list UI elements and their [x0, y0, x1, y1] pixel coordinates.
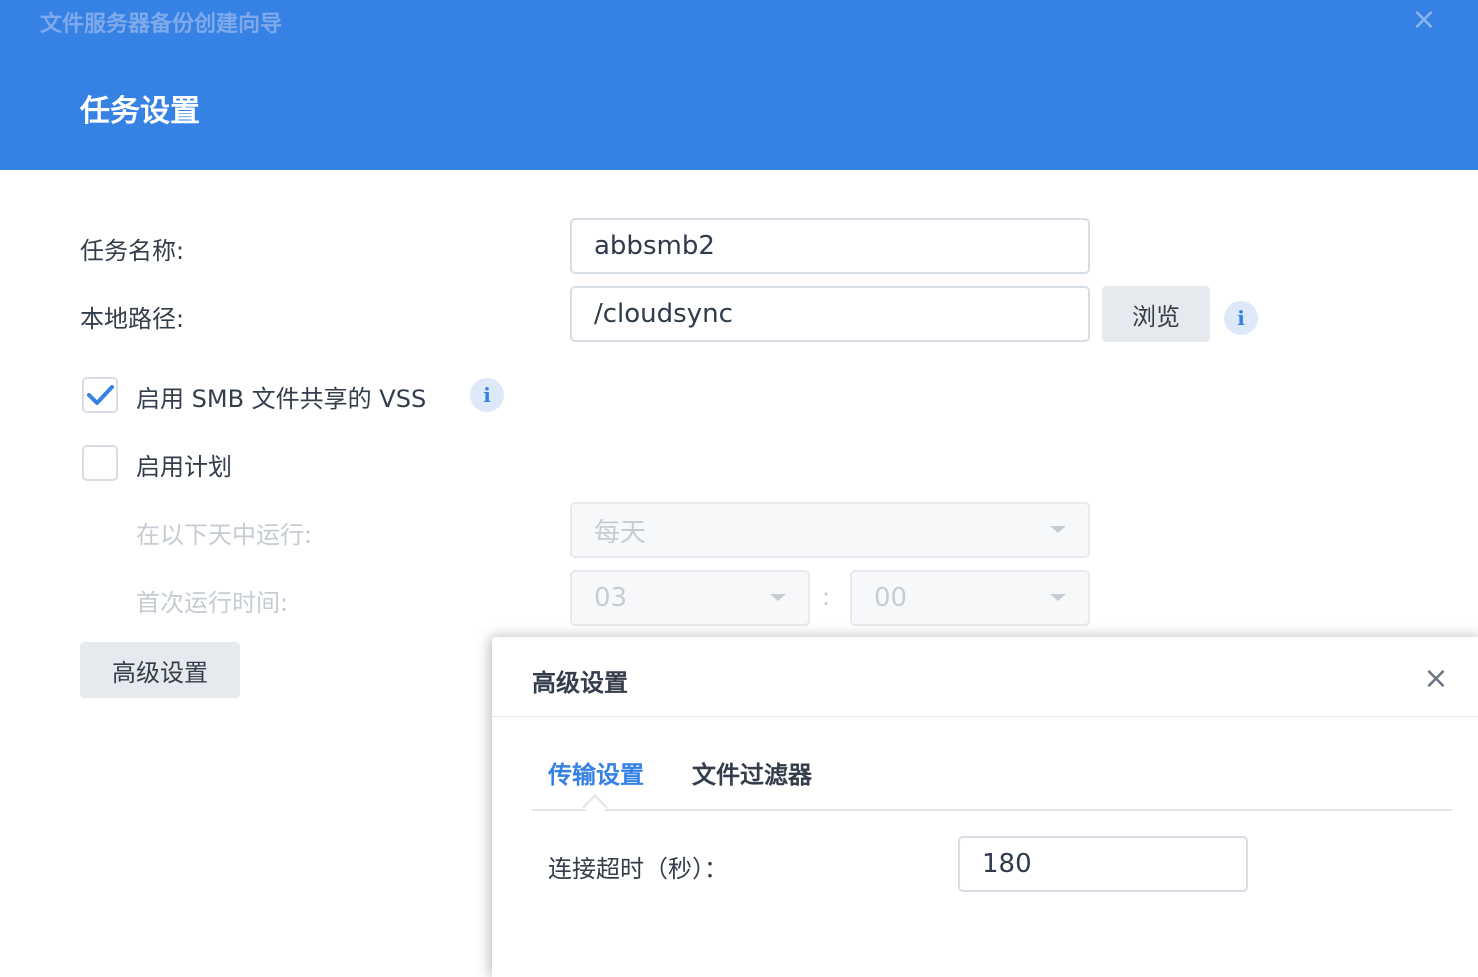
- divider: [492, 716, 1478, 717]
- hour-value: 03: [594, 583, 628, 613]
- vss-checkbox[interactable]: [82, 377, 118, 413]
- dialog-title: 高级设置: [532, 669, 628, 697]
- tab-transfer-settings[interactable]: 传输设置: [548, 755, 644, 790]
- local-path-input[interactable]: /cloudsync: [570, 286, 1090, 342]
- browse-button[interactable]: 浏览: [1102, 286, 1210, 342]
- vss-label: 启用 SMB 文件共享的 VSS: [136, 385, 427, 413]
- local-path-label: 本地路径:: [80, 305, 185, 333]
- info-icon[interactable]: i: [1224, 301, 1258, 335]
- local-path-value: /cloudsync: [594, 299, 733, 329]
- schedule-checkbox[interactable]: [82, 445, 118, 481]
- close-icon[interactable]: ×: [1416, 659, 1456, 699]
- chevron-down-icon: [770, 594, 786, 601]
- advanced-settings-dialog: 高级设置 × 传输设置 文件过滤器 连接超时（秒）： 180: [492, 637, 1478, 977]
- active-tab-indicator: [582, 794, 608, 820]
- checkmark-icon: [87, 385, 114, 405]
- chevron-down-icon: [1050, 594, 1066, 601]
- run-days-select[interactable]: 每天: [570, 502, 1090, 558]
- task-name-label: 任务名称:: [80, 237, 185, 265]
- timeout-input[interactable]: 180: [958, 836, 1248, 892]
- task-name-input[interactable]: abbsmb2: [570, 218, 1090, 274]
- schedule-label: 启用计划: [136, 453, 232, 481]
- timeout-value: 180: [982, 849, 1032, 879]
- advanced-settings-button[interactable]: 高级设置: [80, 642, 240, 698]
- run-days-value: 每天: [594, 517, 647, 548]
- first-run-label: 首次运行时间:: [136, 589, 289, 617]
- close-icon[interactable]: ×: [1408, 2, 1440, 38]
- run-days-label: 在以下天中运行:: [136, 521, 313, 549]
- wizard-title: 文件服务器备份创建向导: [40, 12, 283, 37]
- tab-underline: [532, 809, 1452, 811]
- minute-value: 00: [874, 583, 908, 613]
- step-title: 任务设置: [80, 94, 200, 129]
- time-separator: :: [822, 583, 831, 611]
- timeout-label: 连接超时（秒）：: [548, 855, 728, 883]
- info-icon[interactable]: i: [470, 378, 504, 412]
- minute-select[interactable]: 00: [850, 570, 1090, 626]
- task-name-value: abbsmb2: [594, 231, 715, 261]
- wizard-header: 文件服务器备份创建向导 × 任务设置: [0, 0, 1478, 170]
- tab-file-filter[interactable]: 文件过滤器: [692, 755, 812, 790]
- chevron-down-icon: [1050, 526, 1066, 533]
- hour-select[interactable]: 03: [570, 570, 810, 626]
